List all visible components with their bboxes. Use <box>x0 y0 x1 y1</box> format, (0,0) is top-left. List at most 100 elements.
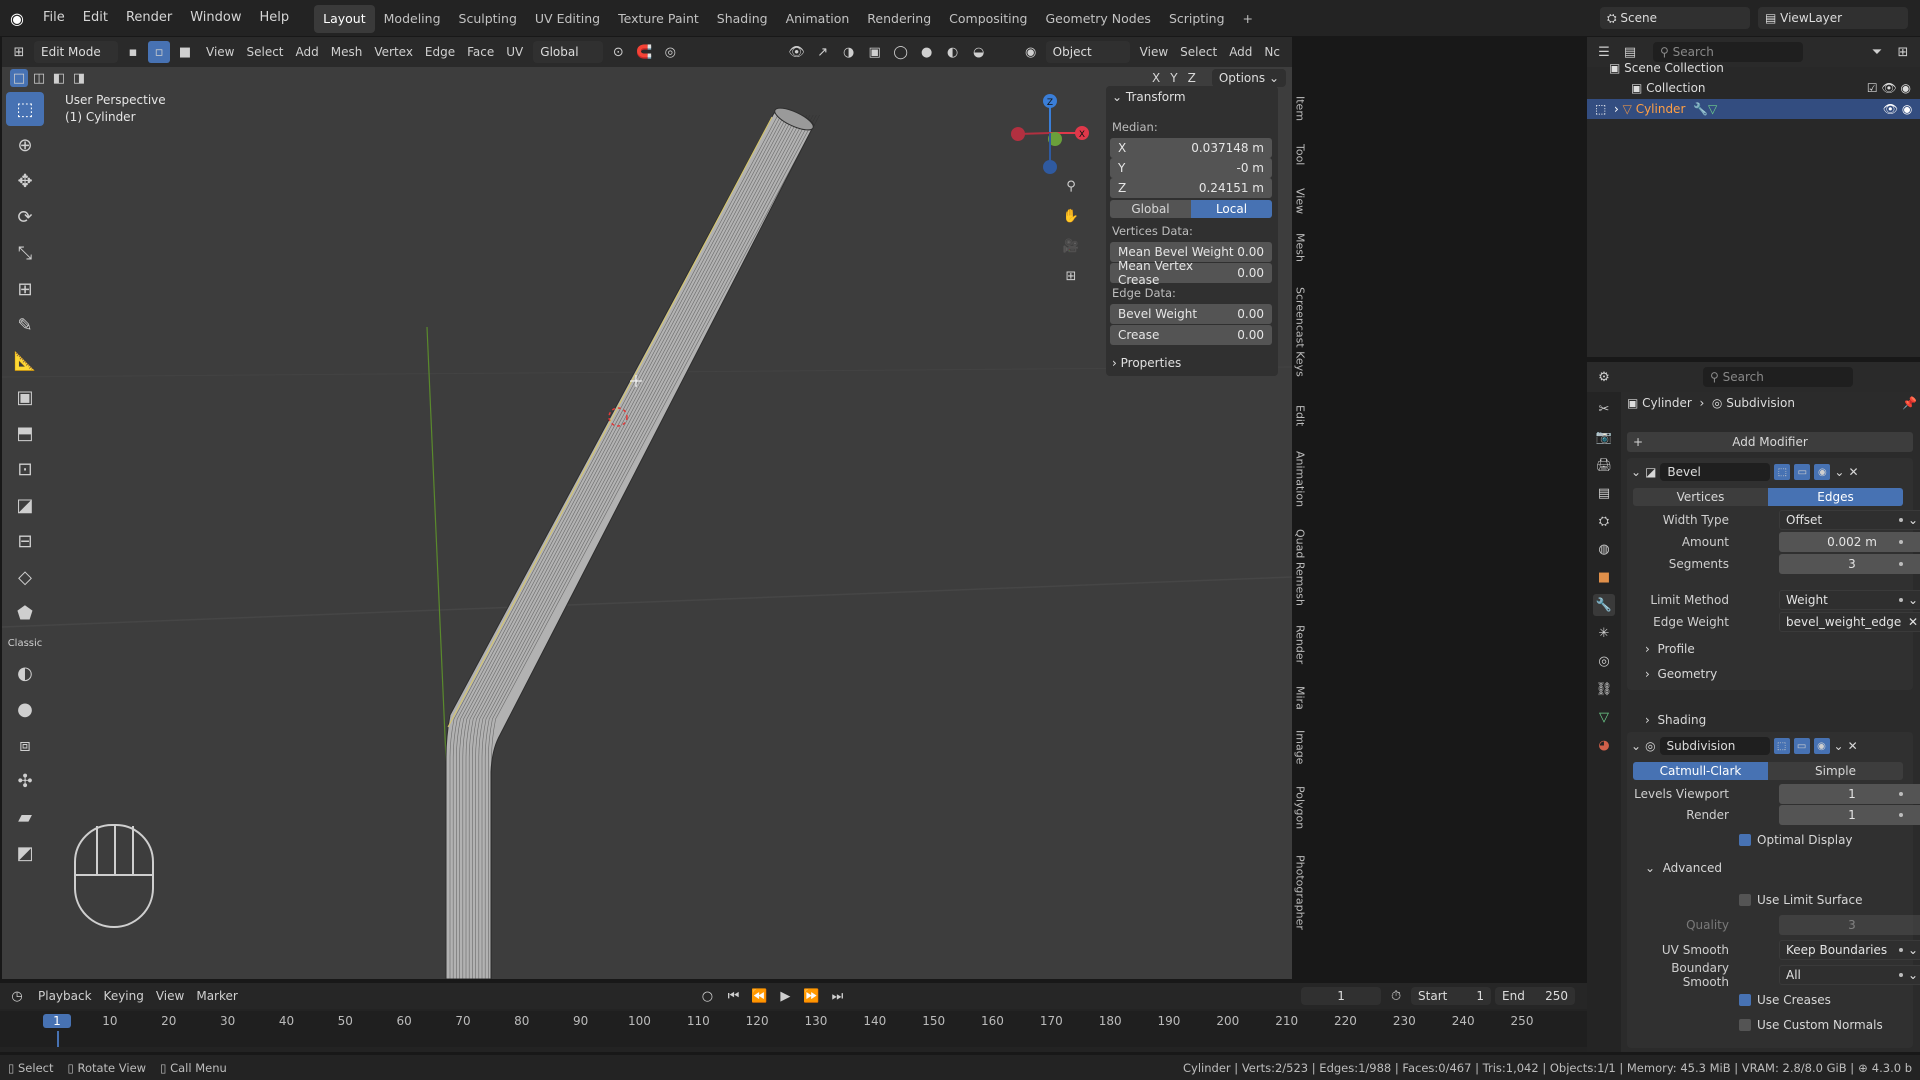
checkbox-icon[interactable]: ☑ <box>1867 81 1878 95</box>
shear-icon[interactable]: ▰ <box>6 800 44 834</box>
viewport-menu-mesh[interactable]: Mesh <box>325 45 369 59</box>
edge-slide-icon[interactable]: ⧈ <box>6 728 44 762</box>
jump-start-icon[interactable]: ⏮ <box>722 985 744 1007</box>
viewport-menu-add[interactable]: Add <box>290 45 325 59</box>
sidebar-tab-edit[interactable]: Edit <box>1290 395 1310 437</box>
overlay-icon[interactable]: ◑ <box>838 41 860 63</box>
shading-subpanel[interactable]: › Shading <box>1645 713 1706 727</box>
optimal-display-checkbox[interactable]: Optimal Display <box>1739 830 1853 850</box>
sidebar-tab-item[interactable]: Item <box>1290 88 1310 130</box>
loop-cut-icon[interactable]: ⊟ <box>6 524 44 558</box>
tab-modeling[interactable]: Modeling <box>375 5 450 33</box>
sidebar-tab-render[interactable]: Render <box>1290 617 1310 673</box>
viewlayer-selector[interactable]: ▤ ViewLayer <box>1758 7 1908 29</box>
output-tab-icon[interactable]: 🖨 <box>1593 454 1615 476</box>
mirror-x-toggle[interactable]: X <box>1148 71 1164 85</box>
constraints-tab-icon[interactable]: ⛓ <box>1593 678 1615 700</box>
tab-layout[interactable]: Layout <box>314 5 375 33</box>
sidebar-tab-quad-remesh[interactable]: Quad Remesh <box>1290 522 1310 613</box>
editor-type-icon[interactable]: ⊞ <box>8 41 30 63</box>
proportional-icon[interactable]: ◎ <box>659 41 681 63</box>
next-key-icon[interactable]: ⏩ <box>800 985 822 1007</box>
menu-render[interactable]: Render <box>117 0 181 36</box>
jump-end-icon[interactable]: ⏭ <box>826 985 848 1007</box>
viewport-menu-view[interactable]: View <box>200 45 240 59</box>
filter-icon[interactable]: ⏷ <box>1866 41 1888 63</box>
extrude-icon[interactable]: ⬒ <box>6 416 44 450</box>
tab-compositing[interactable]: Compositing <box>940 5 1036 33</box>
edit-mode-toggle-icon[interactable]: ⬚ <box>1773 738 1790 754</box>
tool-tab-icon[interactable]: ✂ <box>1593 398 1615 420</box>
outliner-search-input[interactable]: ⚲ Search <box>1653 42 1803 62</box>
object-tab-icon[interactable]: ■ <box>1593 566 1615 588</box>
scale-icon[interactable]: ⤡ <box>6 236 44 270</box>
properties-search-input[interactable]: ⚲ Search <box>1703 367 1853 387</box>
tab-rendering[interactable]: Rendering <box>858 5 940 33</box>
tab-geometry-nodes[interactable]: Geometry Nodes <box>1037 5 1160 33</box>
inset-icon[interactable]: ⊡ <box>6 452 44 486</box>
world-tab-icon[interactable]: ◍ <box>1593 538 1615 560</box>
bevel-weight-field[interactable]: Bevel Weight 0.00 <box>1110 304 1272 324</box>
smooth-icon[interactable]: ● <box>6 692 44 726</box>
render-tab-icon[interactable]: 📷 <box>1593 426 1615 448</box>
edit-mode-toggle-icon[interactable]: ⬚ <box>1774 464 1791 480</box>
render-toggle-icon[interactable]: ◉ <box>1814 464 1831 480</box>
3d-viewport[interactable]: ZX ⊞ Edit Mode ▪ ▫ ■ View Select Add Mesh Ve… <box>2 37 1292 979</box>
viewport-toggle-icon[interactable]: ▭ <box>1794 464 1811 480</box>
record-icon[interactable]: ○ <box>696 985 718 1007</box>
timeline-menu-view[interactable]: View <box>150 989 190 1003</box>
sidebar-tab-animation[interactable]: Animation <box>1290 441 1310 518</box>
add-cube-icon[interactable]: ▣ <box>6 380 44 414</box>
clear-icon[interactable]: ✕ <box>1908 615 1918 629</box>
median-y-field[interactable]: Y -0 m <box>1110 158 1272 178</box>
sidebar-tab-photographer[interactable]: Photographer <box>1290 843 1310 941</box>
rotate-icon[interactable]: ⟳ <box>6 200 44 234</box>
outliner-editor-icon[interactable]: ☰ <box>1593 41 1615 63</box>
solid-shading-icon[interactable]: ● <box>916 41 938 63</box>
edit-mode-icon[interactable]: ⬚ <box>1595 102 1606 116</box>
viewport-canvas[interactable]: ZX <box>2 37 1292 979</box>
viewport-menu-edge[interactable]: Edge <box>419 45 461 59</box>
gizmo-axis-ball[interactable] <box>1043 160 1057 174</box>
material-tab-icon[interactable]: ◕ <box>1593 734 1615 756</box>
eye-icon[interactable]: 👁 <box>1881 81 1896 95</box>
geometry-subpanel[interactable]: › Geometry <box>1645 667 1717 681</box>
camera-icon[interactable]: ◉ <box>1902 102 1912 116</box>
profile-subpanel[interactable]: › Profile <box>1645 642 1695 656</box>
timeline-menu-playback[interactable]: Playback <box>32 989 98 1003</box>
measure-icon[interactable]: 📐 <box>6 344 44 378</box>
current-frame-field[interactable]: 1 <box>1301 987 1382 1005</box>
timeline-track[interactable]: 1 10 20 30 40 50 60 70 80 90 100 110 120 130 140 150 160… <box>0 1011 1587 1047</box>
mode-extend-icon[interactable]: ◫ <box>30 69 48 87</box>
use-creases-checkbox[interactable]: Use Creases <box>1739 990 1831 1010</box>
play-icon[interactable]: ▶ <box>774 985 796 1007</box>
options-dropdown[interactable]: Options ⌄ <box>1211 69 1286 87</box>
timeline-menu-marker[interactable]: Marker <box>190 989 243 1003</box>
mode-selector[interactable]: Edit Mode <box>34 41 118 63</box>
move-icon[interactable]: ✥ <box>6 164 44 198</box>
collapse-icon[interactable]: ⌄ <box>1631 739 1641 753</box>
edges-tab[interactable]: Edges <box>1768 488 1903 506</box>
menu-edit[interactable]: Edit <box>74 0 117 36</box>
global-button[interactable]: Global <box>1110 200 1191 218</box>
rendered-shading-icon[interactable]: ◒ <box>968 41 990 63</box>
menu-file[interactable]: File <box>34 0 74 36</box>
tab-uv-editing[interactable]: UV Editing <box>526 5 609 33</box>
right-viewport-menu-select[interactable]: Select <box>1174 45 1223 59</box>
visibility-icon[interactable]: 👁 <box>786 41 808 63</box>
cylinder-row[interactable]: ⬚ › ▽ Cylinder 🔧 ▽ 👁 ◉ <box>1587 99 1920 119</box>
sidebar-tab-screencast-keys[interactable]: Screencast Keys <box>1290 272 1310 391</box>
subdivision-name-field[interactable]: Subdivision <box>1659 737 1770 755</box>
collapse-icon[interactable]: ⌄ <box>1631 465 1641 479</box>
mirror-y-toggle[interactable]: Y <box>1166 71 1181 85</box>
camera-view-icon[interactable]: 🎥 <box>1060 235 1082 257</box>
timeline-menu-keying[interactable]: Keying <box>98 989 150 1003</box>
camera-icon[interactable]: ◉ <box>1020 41 1042 63</box>
physics-tab-icon[interactable]: ◎ <box>1593 650 1615 672</box>
edge-weight-field[interactable]: bevel_weight_edge ✕ <box>1779 612 1920 632</box>
sidebar-tab-view[interactable]: View <box>1290 180 1310 222</box>
view-layer-tab-icon[interactable]: ▤ <box>1593 482 1615 504</box>
gizmo-axis-ball[interactable] <box>1011 127 1025 141</box>
face-select-icon[interactable]: ■ <box>174 41 196 63</box>
classic-label[interactable]: Classic <box>6 632 44 654</box>
